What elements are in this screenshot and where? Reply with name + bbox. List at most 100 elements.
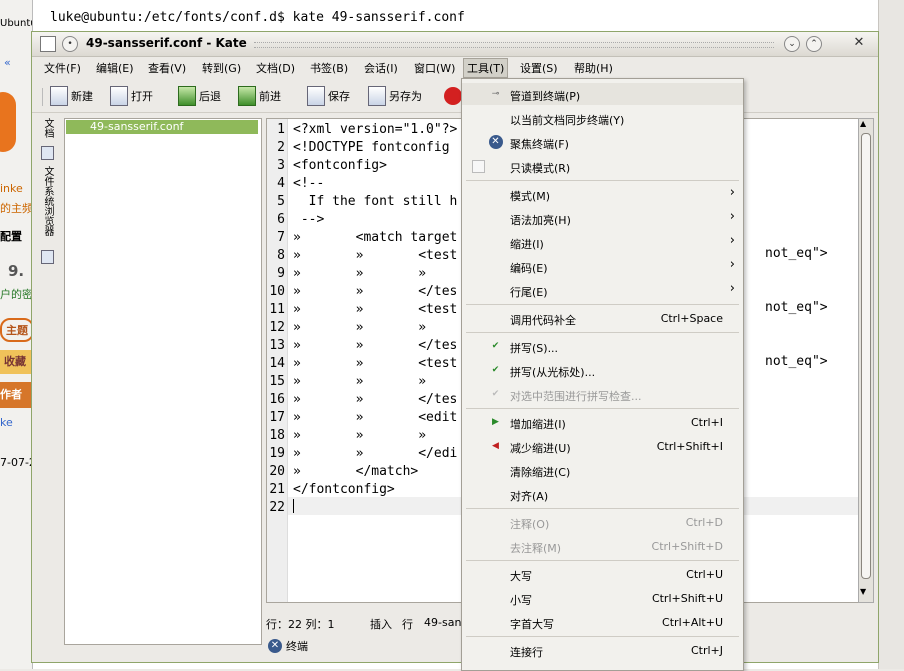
menu-item-indent[interactable]: ▶ 增加缩进(I) Ctrl+I	[462, 411, 743, 433]
line-number: 20	[269, 464, 285, 479]
menu-icon[interactable]: •	[62, 36, 78, 52]
menu-tools[interactable]: 工具(T)	[463, 58, 509, 78]
menu-file[interactable]: 文件(F)	[41, 60, 84, 76]
menu-separator	[466, 332, 739, 333]
toolbar-separator	[42, 88, 43, 106]
code-fragment: not_eq">	[765, 246, 828, 261]
menu-item-highlighting[interactable]: 语法加亮(H) ›	[462, 207, 743, 229]
menu-item-join-lines[interactable]: 连接行 Ctrl+J	[462, 639, 743, 661]
menu-edit[interactable]: 编辑(E)	[93, 60, 137, 76]
menu-item-spelling-from-cursor[interactable]: ✔ 拼写(从光标处)...	[462, 359, 743, 381]
terminal-tab[interactable]: ✕ 终端	[268, 636, 308, 656]
insert-mode[interactable]: 插入	[370, 616, 392, 632]
menu-help[interactable]: 帮助(H)	[571, 60, 616, 76]
spell-icon: ✔	[491, 341, 500, 351]
menu-item-indentation[interactable]: 缩进(I) ›	[462, 231, 743, 253]
code-line: » » </edi	[293, 446, 458, 461]
line-number: 9	[277, 266, 285, 281]
window-title: 49-sansserif.conf - Kate	[86, 36, 247, 50]
document-item[interactable]: 49-sansserif.conf	[66, 120, 258, 134]
save-as-button[interactable]: 另存为	[368, 86, 422, 106]
line-number: 18	[269, 428, 285, 443]
back-button[interactable]: 后退	[178, 86, 221, 106]
menu-separator	[466, 304, 739, 305]
browser-fragment: 9.	[8, 262, 25, 280]
open-file-icon	[110, 86, 128, 106]
terminal-command-line: luke@ubuntu:/etc/fonts/conf.d$ kate 49-s…	[50, 10, 465, 25]
menu-item-pipe-to-terminal[interactable]: ⊸ 管道到终端(P)	[462, 83, 743, 105]
menu-view[interactable]: 查看(V)	[145, 60, 189, 76]
scroll-down-icon[interactable]: ▼	[860, 587, 866, 596]
back-label: 后退	[199, 90, 221, 103]
line-number: 2	[277, 140, 285, 155]
menu-sessions[interactable]: 会话(I)	[361, 60, 401, 76]
code-line: » » »	[293, 374, 427, 389]
browser-fragment[interactable]: 收藏	[0, 350, 32, 374]
code-line: » » <test	[293, 302, 458, 317]
menu-settings[interactable]: 设置(S)	[517, 60, 561, 76]
editor-scrollbar[interactable]: ▲ ▼	[858, 118, 874, 603]
browser-background: Ubuntu中 « inke 的主频 配置 9. 户的密 主题 收藏 作者 ke…	[0, 0, 33, 669]
line-number: 3	[277, 158, 285, 173]
browser-fragment[interactable]: 主题	[0, 318, 32, 342]
code-line: » » <test	[293, 356, 458, 371]
toolbar: 新建 打开 后退 前进 保存 另存为	[32, 78, 878, 113]
menu-item-capitalize[interactable]: 字首大写 Ctrl+Alt+U	[462, 611, 743, 633]
menu-item-uppercase[interactable]: 大写 Ctrl+U	[462, 563, 743, 585]
checkbox-icon[interactable]	[472, 160, 485, 173]
code-line: » » <test	[293, 248, 458, 263]
code-line: » » </tes	[293, 284, 458, 299]
save-button[interactable]: 保存	[307, 86, 350, 106]
browser-fragment: ke	[0, 416, 13, 429]
close-icon[interactable]: ✕	[852, 36, 866, 50]
line-number: 21	[269, 482, 285, 497]
app-icon[interactable]	[40, 36, 56, 52]
menu-item-end-of-line[interactable]: 行尾(E) ›	[462, 279, 743, 301]
menu-item-align[interactable]: 对齐(A)	[462, 483, 743, 505]
tab-documents[interactable]: 文档	[40, 118, 55, 138]
menu-item-spelling[interactable]: ✔ 拼写(S)...	[462, 335, 743, 357]
menu-separator	[466, 636, 739, 637]
menu-item-lowercase[interactable]: 小写 Ctrl+Shift+U	[462, 587, 743, 609]
new-button[interactable]: 新建	[50, 86, 93, 106]
menu-document[interactable]: 文档(D)	[253, 60, 298, 76]
menu-item-encoding[interactable]: 编码(E) ›	[462, 255, 743, 277]
menu-item-unindent[interactable]: ◀ 减少缩进(U) Ctrl+Shift+I	[462, 435, 743, 457]
line-number: 11	[269, 302, 285, 317]
menu-item-clean-indentation[interactable]: 清除缩进(C)	[462, 459, 743, 481]
menu-separator	[466, 408, 739, 409]
menu-item-read-only[interactable]: 只读模式(R)	[462, 155, 743, 177]
menu-item-sync-terminal[interactable]: 以当前文档同步终端(Y)	[462, 107, 743, 129]
terminal-icon: ✕	[268, 639, 282, 653]
open-button[interactable]: 打开	[110, 86, 153, 106]
text-cursor	[293, 499, 294, 513]
menu-bookmarks[interactable]: 书签(B)	[307, 60, 351, 76]
cursor-position: 行：22 列：1	[266, 618, 335, 631]
line-number: 14	[269, 356, 285, 371]
menu-window[interactable]: 窗口(W)	[411, 60, 458, 76]
code-line: <!DOCTYPE fontconfig	[293, 140, 450, 155]
stop-button[interactable]	[444, 86, 462, 106]
forward-button[interactable]: 前进	[238, 86, 281, 106]
menu-goto[interactable]: 转到(G)	[199, 60, 244, 76]
tab-filesystem-browser[interactable]: 文件系统浏览器	[40, 166, 55, 236]
document-list: 49-sansserif.conf	[64, 118, 262, 645]
browser-fragment: 户的密	[0, 288, 33, 301]
chevron-right-icon: ›	[729, 233, 735, 248]
menu-item-mode[interactable]: 模式(M) ›	[462, 183, 743, 205]
menu-item-code-completion[interactable]: 调用代码补全 Ctrl+Space	[462, 307, 743, 329]
code-line: If the font still h	[293, 194, 458, 209]
stop-icon	[444, 87, 462, 105]
scroll-up-icon[interactable]: ▲	[860, 119, 866, 128]
terminal-scrollbar[interactable]	[878, 0, 904, 669]
code-line: » » »	[293, 428, 427, 443]
menu-item-focus-terminal[interactable]: ✕ 聚焦终端(F)	[462, 131, 743, 153]
new-label: 新建	[71, 90, 93, 103]
minimize-icon[interactable]: ⌄	[784, 36, 800, 52]
title-bar[interactable]: • 49-sansserif.conf - Kate ⌄ ⌃ ✕	[32, 32, 878, 57]
scrollbar-thumb[interactable]	[861, 133, 871, 579]
menu-separator	[466, 560, 739, 561]
unindent-icon: ◀	[492, 441, 499, 451]
browser-tab-label[interactable]: Ubuntu中	[0, 14, 32, 29]
maximize-icon[interactable]: ⌃	[806, 36, 822, 52]
